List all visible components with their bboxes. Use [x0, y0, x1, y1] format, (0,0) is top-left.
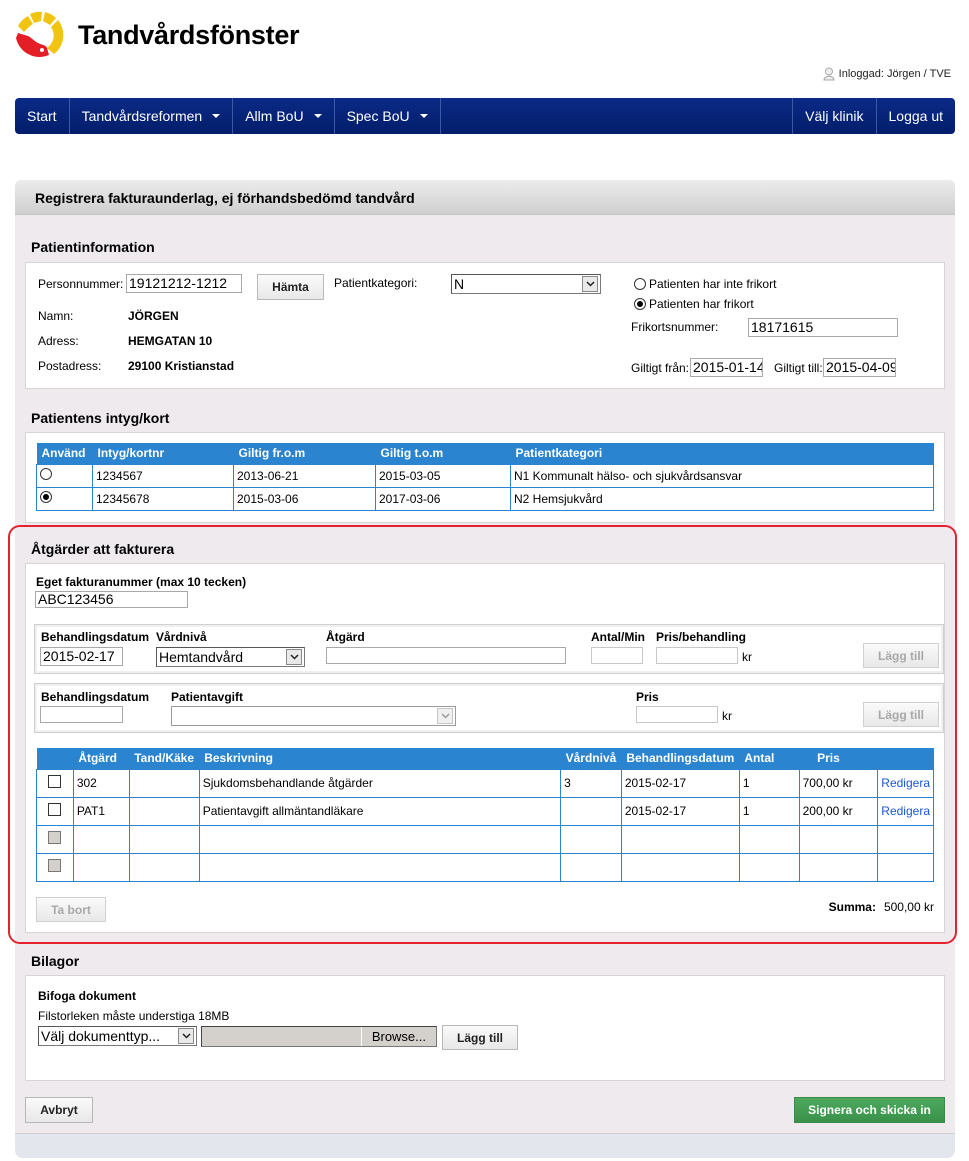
main-nav: Start Tandvårdsreformen Allm BoU Spec Bo…: [15, 98, 955, 134]
nav-allm-bou[interactable]: Allm BoU: [233, 98, 335, 134]
nav-start[interactable]: Start: [15, 98, 70, 134]
logged-in-text: Inloggad: Jörgen / TVE: [838, 68, 951, 80]
attach-document-label: Bifoga dokument: [38, 989, 136, 1003]
nav-start-label: Start: [27, 108, 57, 124]
nav-valj-klinik[interactable]: Välj klinik: [792, 98, 875, 134]
col-intyg-kortnr: Intyg/kortnr: [92, 443, 234, 464]
nav-logga-ut[interactable]: Logga ut: [875, 98, 956, 134]
certificates-table: Använd Intyg/kortnr Giltig fr.o.m Giltig…: [36, 443, 934, 511]
frikort-number-input[interactable]: 18171615: [748, 318, 898, 337]
certificate-row[interactable]: 1234567 2013-06-21 2015-03-05 N1 Kommuna…: [36, 463, 934, 488]
certificate-row[interactable]: 12345678 2015-03-06 2017-03-06 N2 Hemsju…: [36, 486, 934, 511]
certificate-select-cell: [36, 486, 93, 511]
certificates-title: Patientens intyg/kort: [31, 410, 170, 426]
hamta-button[interactable]: Hämta: [257, 274, 324, 300]
certificate-number: 1234567: [92, 463, 234, 488]
attachments-title: Bilagor: [31, 953, 80, 969]
certificate-number: 12345678: [92, 486, 234, 511]
postal-value: 29100 Kristianstad: [128, 359, 235, 373]
caret-down-icon: [313, 114, 322, 118]
document-type-select[interactable]: Välj dokumenttyp...: [38, 1026, 197, 1046]
has-frikort-radio[interactable]: [634, 298, 646, 310]
valid-from-label: Giltigt från:: [631, 361, 690, 375]
certificate-category: N2 Hemsjukvård: [510, 486, 934, 511]
valid-to-input[interactable]: 2015-04-09: [823, 358, 896, 377]
certificate-to: 2015-03-05: [375, 463, 511, 488]
address-value: HEMGATAN 10: [128, 334, 213, 348]
cancel-button[interactable]: Avbryt: [25, 1097, 93, 1123]
certificate-select-cell: [36, 463, 93, 488]
panel-footer: [15, 1133, 955, 1158]
page-title: Registrera fakturaunderlag, ej förhandsb…: [35, 190, 415, 206]
certificates-header-row: Använd Intyg/kortnr Giltig fr.o.m Giltig…: [36, 443, 934, 464]
nav-spec-bou-label: Spec BoU: [346, 108, 410, 124]
logged-in-user: Inloggad: Jörgen / TVE: [823, 67, 951, 81]
personnummer-label: Personnummer:: [38, 277, 124, 291]
file-input[interactable]: Browse...: [201, 1026, 437, 1047]
certificate-to: 2017-03-06: [375, 486, 511, 511]
caret-down-icon: [419, 114, 428, 118]
col-patientkategori: Patientkategori: [510, 443, 934, 464]
certificate-radio[interactable]: [40, 491, 52, 503]
personnummer-input[interactable]: 19121212-1212: [126, 274, 242, 293]
col-giltig-from: Giltig fr.o.m: [233, 443, 376, 464]
col-anvand: Använd: [36, 443, 93, 464]
nav-tandvardsreformen-label: Tandvårdsreformen: [81, 108, 203, 124]
nav-valj-klinik-label: Välj klinik: [805, 108, 864, 124]
add-attachment-button[interactable]: Lägg till: [442, 1025, 518, 1050]
patient-info-title: Patientinformation: [31, 239, 155, 255]
no-frikort-radio[interactable]: [634, 278, 646, 290]
file-size-hint: Filstorleken måste understiga 18MB: [38, 1009, 230, 1023]
app-title: Tandvårdsfönster: [78, 20, 300, 50]
user-icon: [823, 67, 835, 81]
address-label: Adress:: [38, 334, 79, 348]
browse-button[interactable]: Browse...: [360, 1027, 436, 1046]
patient-category-select[interactable]: N: [451, 274, 601, 294]
has-frikort-option[interactable]: Patienten har frikort: [634, 297, 754, 311]
certificate-from: 2015-03-06: [233, 486, 376, 511]
has-frikort-label: Patienten har frikort: [649, 297, 754, 311]
no-frikort-option[interactable]: Patienten har inte frikort: [634, 277, 776, 291]
frikort-number-label: Frikortsnummer:: [631, 320, 719, 334]
highlight-annotation: [8, 525, 957, 944]
col-giltig-tom: Giltig t.o.m: [375, 443, 511, 464]
patient-category-value: N: [454, 276, 465, 292]
nav-logga-ut-label: Logga ut: [888, 108, 944, 124]
name-value: JÖRGEN: [128, 309, 179, 323]
certificate-radio[interactable]: [40, 468, 52, 480]
valid-from-input[interactable]: 2015-01-14: [690, 358, 763, 377]
no-frikort-label: Patienten har inte frikort: [649, 277, 777, 291]
nav-allm-bou-label: Allm BoU: [245, 108, 304, 124]
caret-down-icon: [212, 114, 221, 118]
chevron-down-icon: [178, 1028, 194, 1044]
postal-label: Postadress:: [38, 359, 102, 373]
certificate-from: 2013-06-21: [233, 463, 376, 488]
nav-tandvardsreformen[interactable]: Tandvårdsreformen: [70, 98, 234, 134]
tandvardsfonster-logo: [16, 11, 64, 57]
name-label: Namn:: [38, 309, 74, 323]
nav-spec-bou[interactable]: Spec BoU: [335, 98, 441, 134]
patient-category-label: Patientkategori:: [334, 276, 418, 290]
valid-to-label: Giltigt till:: [774, 361, 823, 375]
certificate-category: N1 Kommunalt hälso- och sjukvårdsansvar: [510, 463, 934, 488]
chevron-down-icon: [582, 276, 598, 292]
sign-and-submit-button[interactable]: Signera och skicka in: [794, 1097, 945, 1123]
document-type-value: Välj dokumenttyp...: [41, 1028, 161, 1044]
